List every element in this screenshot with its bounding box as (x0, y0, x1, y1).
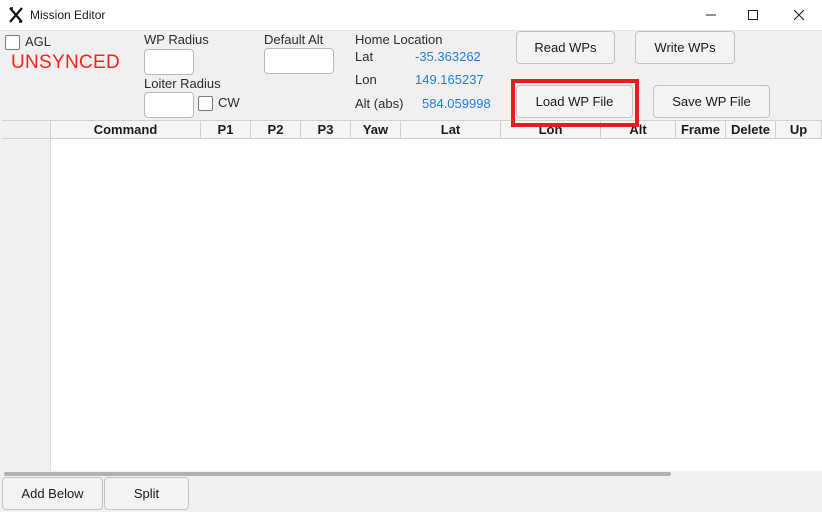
title-bar: Mission Editor (0, 0, 822, 31)
home-alt-value: 584.059998 (422, 96, 491, 111)
minimize-button[interactable] (688, 0, 734, 30)
col-header-lon[interactable]: Lon (501, 121, 601, 139)
col-header-alt[interactable]: Alt (601, 121, 676, 139)
waypoint-table[interactable]: Command P1 P2 P3 Yaw Lat Lon Alt Frame D… (2, 120, 822, 472)
load-wp-file-button[interactable]: Load WP File (516, 85, 633, 118)
loiter-radius-input[interactable] (144, 92, 194, 118)
save-wp-file-button[interactable]: Save WP File (653, 85, 770, 118)
split-button[interactable]: Split (104, 477, 189, 510)
cw-checkbox[interactable] (198, 96, 213, 111)
read-wps-button[interactable]: Read WPs (516, 31, 615, 64)
add-below-button[interactable]: Add Below (2, 477, 103, 510)
horizontal-scrollbar-thumb[interactable] (4, 472, 671, 476)
col-header-p3[interactable]: P3 (301, 121, 351, 139)
home-lat-value: -35.363262 (415, 49, 481, 64)
write-wps-button[interactable]: Write WPs (635, 31, 735, 64)
col-header-command[interactable]: Command (51, 121, 201, 139)
home-lat-label: Lat (355, 49, 374, 64)
mission-editor-panel: AGL UNSYNCED WP Radius Loiter Radius CW … (0, 31, 822, 512)
window-title: Mission Editor (30, 8, 106, 22)
table-corner (2, 121, 51, 139)
agl-checkbox[interactable] (5, 35, 20, 50)
col-header-delete[interactable]: Delete (726, 121, 776, 139)
wp-radius-label: WP Radius (144, 32, 209, 47)
close-icon (793, 9, 805, 21)
minimize-icon (706, 14, 716, 16)
close-button[interactable] (776, 0, 822, 30)
home-lon-value: 149.165237 (415, 72, 484, 87)
maximize-icon (748, 10, 758, 20)
agl-label: AGL (25, 34, 52, 49)
col-header-up[interactable]: Up (776, 121, 822, 139)
col-header-p1[interactable]: P1 (201, 121, 251, 139)
col-header-p2[interactable]: P2 (251, 121, 301, 139)
default-alt-label: Default Alt (264, 32, 324, 47)
cw-label: CW (218, 95, 240, 110)
home-location-label: Home Location (355, 32, 443, 47)
row-header-column (2, 139, 51, 472)
wp-radius-input[interactable] (144, 49, 194, 75)
home-lon-label: Lon (355, 72, 377, 87)
maximize-button[interactable] (730, 0, 776, 30)
col-header-yaw[interactable]: Yaw (351, 121, 401, 139)
home-alt-label: Alt (abs) (355, 96, 404, 111)
col-header-frame[interactable]: Frame (676, 121, 726, 139)
default-alt-input[interactable] (264, 48, 334, 74)
app-logo-icon (9, 7, 23, 23)
loiter-radius-label: Loiter Radius (144, 76, 221, 91)
sync-status: UNSYNCED (11, 52, 121, 73)
col-header-lat[interactable]: Lat (401, 121, 501, 139)
